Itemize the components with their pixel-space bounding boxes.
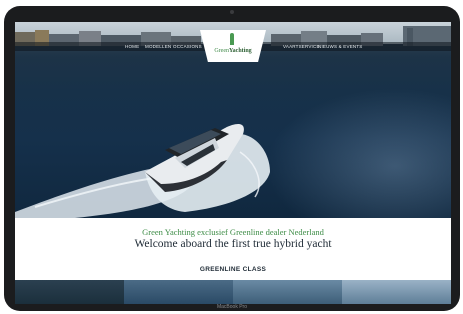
nav-item-modellen[interactable]: MODELLEN: [145, 43, 171, 50]
model-thumbnail[interactable]: [342, 280, 451, 304]
nav-item-home[interactable]: HOME: [125, 43, 139, 50]
page-headline: Welcome aboard the first true hybrid yac…: [134, 238, 332, 250]
logo-text-green: Green: [214, 48, 229, 54]
model-thumbnail[interactable]: [124, 280, 233, 304]
laptop-frame: HOME MODELLEN OCCASIONS VAARTSERVICE NIE…: [4, 6, 460, 311]
site-logo[interactable]: GreenYachting: [200, 30, 266, 62]
website-screen: HOME MODELLEN OCCASIONS VAARTSERVICE NIE…: [15, 22, 451, 304]
nav-item-occasions[interactable]: OCCASIONS: [173, 43, 202, 50]
model-thumbnail[interactable]: [233, 280, 342, 304]
logo-text: GreenYachting: [200, 48, 266, 54]
tagline: Green Yachting exclusief Greenline deale…: [142, 227, 324, 237]
camera-icon: [230, 10, 234, 14]
hero-image: HOME MODELLEN OCCASIONS VAARTSERVICE NIE…: [15, 22, 451, 218]
logo-text-yachting: Yachting: [229, 48, 252, 54]
model-thumbnail[interactable]: [15, 280, 124, 304]
section-title: GREENLINE CLASS: [199, 266, 267, 273]
model-thumbnail-strip: [15, 280, 451, 304]
nav-item-vaartservice[interactable]: VAARTSERVICE: [283, 43, 320, 50]
device-label: MacBook Pro: [216, 304, 247, 310]
nav-item-nieuws-events[interactable]: NIEUWS & EVENTS: [318, 43, 363, 50]
leaf-logo-icon: [230, 33, 234, 45]
